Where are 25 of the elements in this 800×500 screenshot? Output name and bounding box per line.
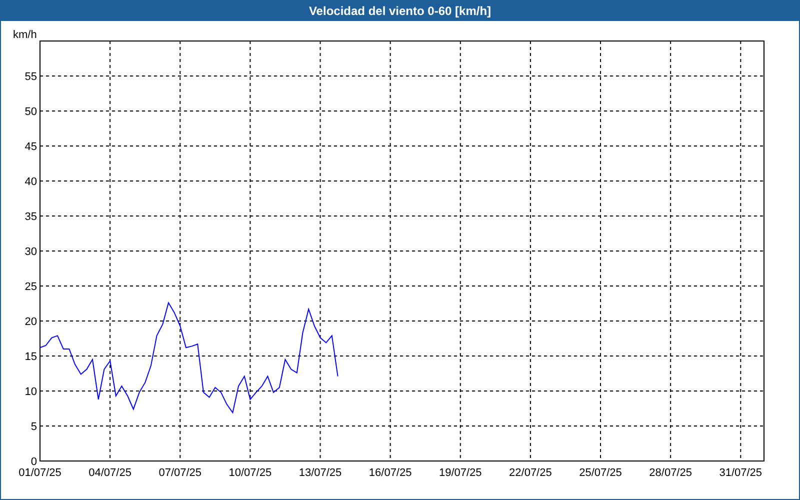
axis-unit-label: km/h	[13, 29, 37, 41]
x-axis-label: 19/07/25	[438, 467, 482, 479]
x-axis-label: 16/07/25	[368, 467, 412, 479]
x-axis-label: 31/07/25	[719, 467, 762, 479]
x-axis-label: 07/07/25	[158, 467, 202, 479]
y-axis-label: 55	[24, 71, 37, 83]
window-title: Velocidad del viento 0-60 [km/h]	[1, 1, 799, 21]
x-axis-label: 28/07/25	[649, 467, 692, 479]
y-axis-label: 35	[24, 211, 37, 223]
x-axis-label: 10/07/25	[228, 467, 272, 479]
y-axis-label: 5	[30, 421, 37, 433]
x-axis-label: 13/07/25	[298, 467, 342, 479]
y-axis-label: 45	[24, 141, 37, 153]
x-axis-label: 01/07/25	[18, 467, 62, 479]
y-axis-label: 0	[30, 456, 37, 468]
x-axis-label: 22/07/25	[509, 467, 552, 479]
y-axis-label: 10	[24, 386, 37, 398]
y-axis-label: 50	[24, 106, 37, 118]
y-axis-label: 40	[24, 176, 37, 188]
x-axis-label: 04/07/25	[88, 467, 132, 479]
x-axis-label: 25/07/25	[579, 467, 622, 479]
y-axis-label: 30	[24, 246, 37, 258]
y-axis-label: 15	[24, 351, 37, 363]
y-axis-label: 25	[24, 281, 37, 293]
y-axis-label: 20	[24, 316, 37, 328]
